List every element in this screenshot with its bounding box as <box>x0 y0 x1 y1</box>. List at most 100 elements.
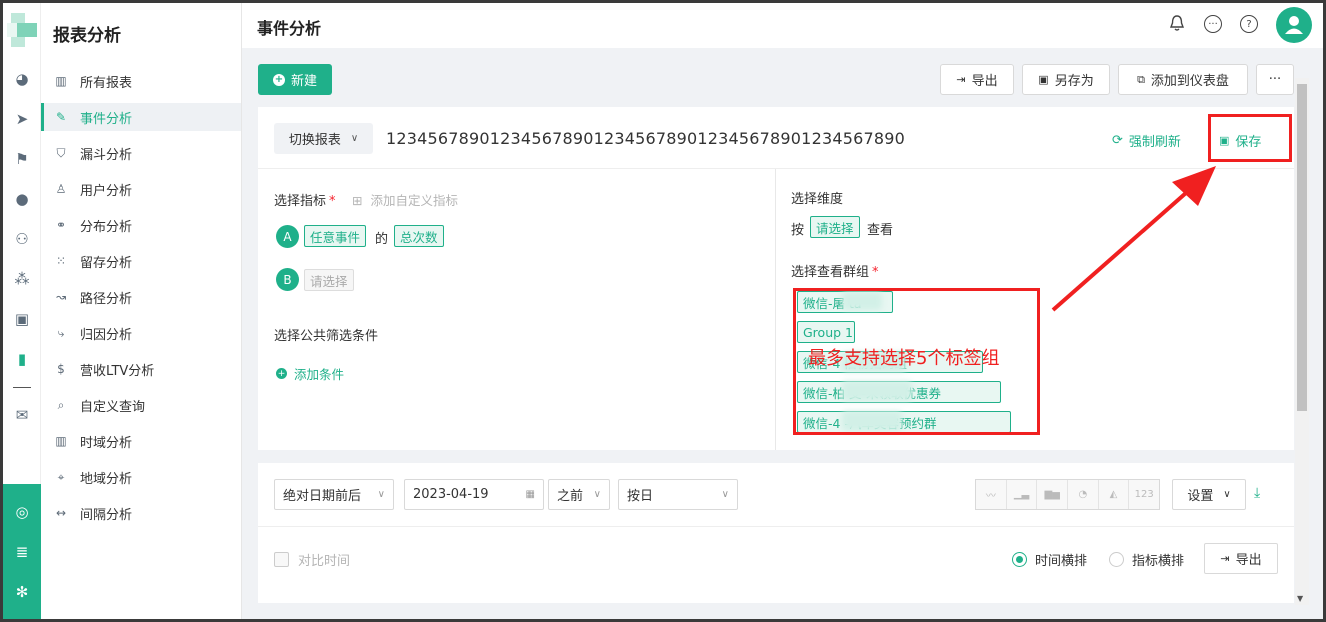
custom-query-icon: ⌕ <box>57 397 65 412</box>
dashboard-icon[interactable]: ◕ <box>12 69 32 89</box>
sidebar-item-0[interactable]: ▥ 所有报表 <box>41 67 241 95</box>
sidebar-item-1[interactable]: ✎ 事件分析 <box>41 103 241 131</box>
bell-icon[interactable] <box>1169 14 1185 32</box>
chevron-down-icon: ∨ <box>1223 489 1231 500</box>
sidebar-item-label: 事件分析 <box>80 111 133 127</box>
edit-doc-icon: ✎ <box>55 110 67 124</box>
revenue-icon: $ <box>57 362 65 376</box>
force-refresh-button[interactable]: ⟳ 强制刷新 <box>1112 131 1181 150</box>
add-to-dashboard-button[interactable]: ⧉ 添加到仪表盘 <box>1118 64 1248 95</box>
add-condition-button[interactable]: + 添加条件 <box>276 364 344 383</box>
sidebar-item-9[interactable]: ⌕ 自定义查询 <box>41 391 241 419</box>
granularity-select[interactable]: 按日 ∨ <box>618 479 738 510</box>
rail-bottom-panel: ◎ ≣ ✻ <box>3 484 41 619</box>
chevron-down-icon: ∨ <box>721 489 729 500</box>
chart-type-switch: 〰 ▁▃ ▆▅ ◔ ◭ 123 <box>975 479 1160 510</box>
flag-icon[interactable]: ⚑ <box>12 149 32 169</box>
scroll-down-icon[interactable]: ▼ <box>1297 594 1303 603</box>
plus-circle-icon: + <box>276 368 287 379</box>
date-mode-select[interactable]: 绝对日期前后 ∨ <box>274 479 394 510</box>
sidebar-item-6[interactable]: ↝ 路径分析 <box>41 283 241 311</box>
badge-icon[interactable]: ▣ <box>12 309 32 329</box>
sidebar-item-7[interactable]: ⤷ 归因分析 <box>41 319 241 347</box>
users-icon[interactable]: ⚇ <box>12 229 32 249</box>
gear-icon[interactable]: ✻ <box>12 582 32 602</box>
message-icon[interactable]: ··· <box>1204 15 1222 33</box>
sidebar-item-12[interactable]: ↔ 间隔分析 <box>41 499 241 527</box>
report-topbar: 切换报表 ∨ 1234567890123456789012345678901234… <box>258 107 1294 169</box>
dimension-select[interactable]: 请选择 <box>810 216 860 238</box>
user-icon: ♙ <box>55 182 67 196</box>
sidebar-item-label: 地域分析 <box>80 471 133 487</box>
settings-dropdown[interactable]: 设置 ∨ <box>1172 479 1246 510</box>
date-input[interactable]: 2023-04-19 ▦ <box>404 479 544 510</box>
scrollbar-thumb[interactable] <box>1297 84 1307 411</box>
radio-checked-icon <box>1012 552 1027 567</box>
interval-icon: ↔ <box>55 506 67 520</box>
time-chart-icon: ▥ <box>55 434 67 448</box>
line-chart-icon[interactable]: 〰 <box>976 480 1007 509</box>
dimension-label: 选择维度 <box>791 192 844 207</box>
sidebar-menu: 报表分析 ▥ 所有报表 ✎ 事件分析 ⛉ 漏斗分析 ♙ 用户分析 ⚭ 分布分析 ⁙ 留存分析 ↝ 路径分析… <box>41 3 242 619</box>
sidebar-item-label: 用户分析 <box>80 183 133 199</box>
metric-a-event-tag[interactable]: 任意事件 <box>304 225 367 247</box>
sidebar-item-5[interactable]: ⁙ 留存分析 <box>41 247 241 275</box>
metric-a-measure-tag[interactable]: 总次数 <box>394 225 444 247</box>
radio-metric-layout[interactable]: 指标横排 <box>1109 550 1184 569</box>
filter-label: 选择公共筛选条件 <box>274 329 379 344</box>
scrollbar[interactable]: ▼ <box>1295 78 1309 605</box>
direction-select[interactable]: 之前 ∨ <box>548 479 610 510</box>
sidebar-item-2[interactable]: ⛉ 漏斗分析 <box>41 139 241 167</box>
download-icon[interactable]: ⤓ <box>1254 485 1260 501</box>
switch-report-dropdown[interactable]: 切换报表 ∨ <box>274 123 373 154</box>
grid-icon: ⊞ <box>352 193 363 208</box>
query-divider <box>258 526 1294 527</box>
avatar[interactable] <box>1276 7 1312 43</box>
report-config-card: 切换报表 ∨ 1234567890123456789012345678901234… <box>258 107 1294 450</box>
result-export-button[interactable]: ⇥ 导出 <box>1204 543 1278 574</box>
sidebar-item-label: 营收LTV分析 <box>80 363 155 379</box>
group-icon[interactable]: ⁂ <box>12 269 32 289</box>
chevron-down-icon: ∨ <box>350 133 359 144</box>
chevron-down-icon: ∨ <box>593 489 601 500</box>
sidebar-item-10[interactable]: ▥ 时域分析 <box>41 427 241 455</box>
main-area: 事件分析 ··· ? + 新建 ⇥ 导出 ▣ 另存为 ⧉ 添加到仪表盘 ··· 切换报表… <box>242 3 1323 619</box>
metric-b-select[interactable]: 请选择 <box>304 269 354 291</box>
send-icon[interactable]: ➤ <box>12 109 32 129</box>
sidebar-item-3[interactable]: ♙ 用户分析 <box>41 175 241 203</box>
target-icon[interactable]: ◎ <box>12 502 32 522</box>
export-button[interactable]: ⇥ 导出 <box>940 64 1014 95</box>
add-custom-metric-button[interactable]: ⊞ 添加自定义指标 <box>352 190 458 209</box>
new-button[interactable]: + 新建 <box>258 64 332 95</box>
more-button[interactable]: ··· <box>1256 64 1294 95</box>
report-chart-icon[interactable]: ▮ <box>12 349 32 369</box>
metric-a-badge: A <box>276 225 299 248</box>
number-icon[interactable]: 123 <box>1129 480 1159 509</box>
sidebar-item-label: 自定义查询 <box>80 399 146 415</box>
help-icon[interactable]: ? <box>1240 15 1258 33</box>
sidebar-item-8[interactable]: $ 营收LTV分析 <box>41 355 241 383</box>
sidebar-item-label: 留存分析 <box>80 255 133 271</box>
bar-chart-icon[interactable]: ▁▃ <box>1007 480 1038 509</box>
page-title: 事件分析 <box>257 19 322 38</box>
stacked-bar-icon[interactable]: ▆▅ <box>1037 480 1069 509</box>
sidebar-item-label: 路径分析 <box>80 291 133 307</box>
pie-chart-icon[interactable]: ◔ <box>1068 480 1099 509</box>
export-icon: ⇥ <box>956 73 966 86</box>
sidebar-item-4[interactable]: ⚭ 分布分析 <box>41 211 241 239</box>
compare-time-checkbox[interactable]: 对比时间 <box>274 550 350 569</box>
plus-icon: + <box>272 73 285 86</box>
dimension-by: 按 <box>791 223 805 238</box>
area-chart-icon[interactable]: ◭ <box>1099 480 1130 509</box>
sidebar-item-11[interactable]: ⌖ 地域分析 <box>41 463 241 491</box>
server-icon[interactable]: ≣ <box>12 542 32 562</box>
distribution-icon: ⚭ <box>55 218 67 232</box>
radio-time-layout[interactable]: 时间横排 <box>1012 550 1087 569</box>
wechat-icon[interactable]: ✉ <box>12 405 32 425</box>
sidebar-item-label: 间隔分析 <box>80 507 133 523</box>
user-icon[interactable]: ● <box>12 189 32 209</box>
grid-dots-icon: ⁙ <box>55 254 67 268</box>
app-title: 报表分析 <box>53 26 121 46</box>
sidebar-item-label: 归因分析 <box>80 327 133 343</box>
save-as-button[interactable]: ▣ 另存为 <box>1022 64 1110 95</box>
